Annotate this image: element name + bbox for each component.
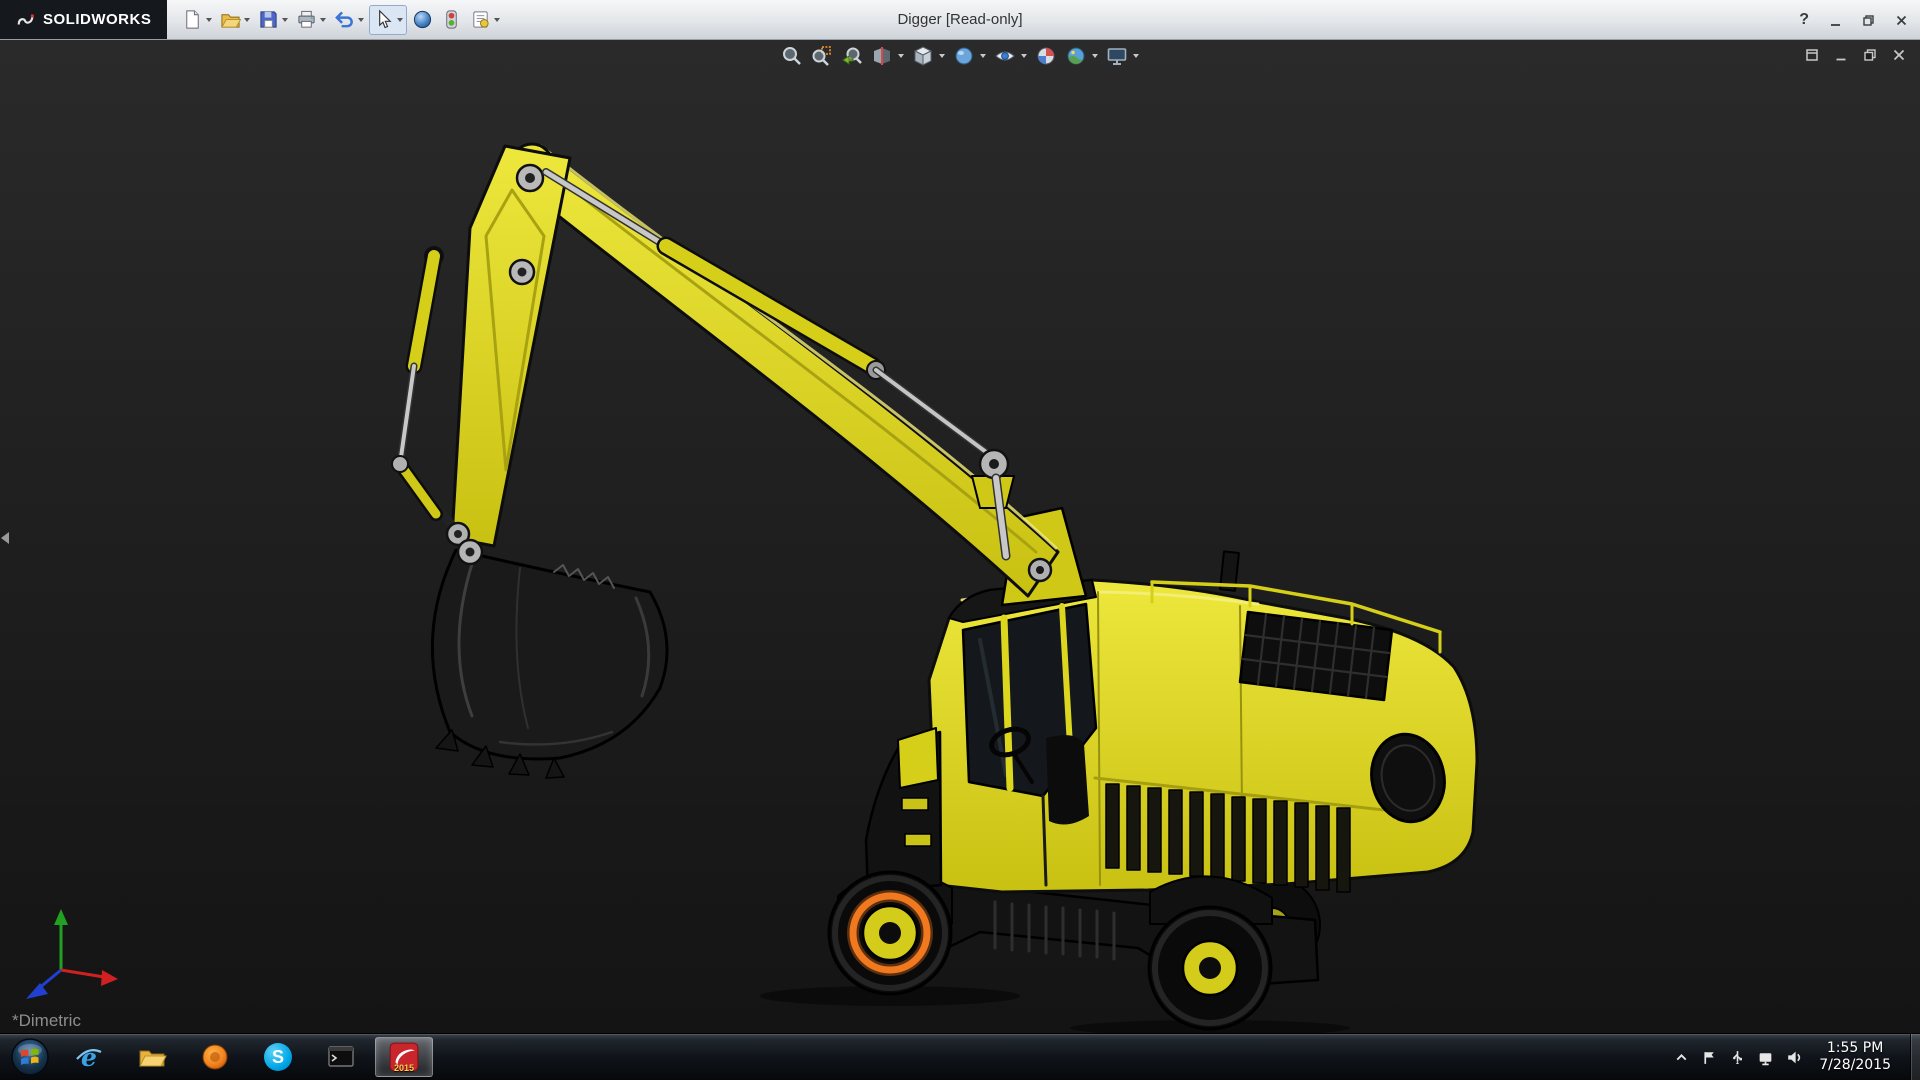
hidden-icons-chevron[interactable]	[1673, 1049, 1690, 1066]
solidworks-window: SOLIDWORKS Digger [Read-only] ? *Dimetri…	[0, 0, 1920, 1080]
sphere-tool-button[interactable]	[409, 5, 436, 35]
title-bar: SOLIDWORKS Digger [Read-only] ?	[0, 0, 1920, 40]
main-toolbar	[179, 4, 503, 35]
taskbar-clock[interactable]: 1:55 PM 7/28/2015	[1819, 1040, 1891, 1075]
solidworks-icon: 2015	[388, 1041, 420, 1073]
options-button[interactable]	[467, 5, 503, 35]
network-icon[interactable]	[1757, 1049, 1774, 1066]
clock-date: 7/28/2015	[1819, 1057, 1891, 1073]
media-player-button[interactable]	[186, 1037, 244, 1077]
dropdown-arrow-icon[interactable]	[282, 17, 289, 22]
rebuild-button[interactable]	[438, 5, 465, 35]
internet-explorer-button[interactable]: e	[60, 1037, 118, 1077]
taskbar: e S 2015 1:55 PM 7/28/2015	[0, 1033, 1920, 1080]
dropdown-arrow-icon[interactable]	[494, 17, 501, 22]
document-title: Digger [Read-only]	[897, 11, 1023, 28]
open-document-button[interactable]	[217, 5, 253, 35]
arm[interactable]	[450, 144, 572, 548]
windows-start-orb-icon	[11, 1038, 49, 1076]
dropdown-arrow-icon[interactable]	[206, 17, 213, 22]
taskbar-icons: e S 2015	[60, 1037, 433, 1077]
open-folder-icon	[221, 14, 242, 28]
seat	[1046, 735, 1089, 825]
skype-button[interactable]: S	[249, 1037, 307, 1077]
print-button[interactable]	[293, 5, 329, 35]
minimize-button[interactable]	[1829, 14, 1842, 27]
command-prompt-icon	[328, 1046, 354, 1067]
media-player-icon	[202, 1044, 228, 1070]
solidworks-version-badge: 2015	[393, 1063, 415, 1073]
solidworks-brand: SOLIDWORKS	[0, 0, 168, 39]
system-tray: 1:55 PM 7/28/2015	[1673, 1033, 1920, 1080]
safely-remove-hardware-icon[interactable]	[1729, 1049, 1746, 1066]
internet-explorer-icon: e	[76, 1043, 102, 1072]
skype-glyph: S	[271, 1046, 284, 1067]
action-center-flag-icon[interactable]	[1701, 1049, 1718, 1066]
start-button[interactable]	[0, 1034, 60, 1080]
dropdown-arrow-icon[interactable]	[320, 17, 327, 22]
restore-button[interactable]	[1862, 14, 1875, 27]
help-button[interactable]: ?	[1799, 11, 1809, 29]
dassault-logo-icon	[17, 13, 34, 25]
window-controls: ?	[1799, 0, 1908, 40]
volume-icon[interactable]	[1785, 1049, 1802, 1066]
rear-wheel[interactable]	[1147, 905, 1273, 1031]
digger-3d-model[interactable]	[0, 40, 1920, 1033]
command-prompt-button[interactable]	[312, 1037, 370, 1077]
skype-icon: S	[264, 1043, 292, 1071]
windows-explorer-button[interactable]	[123, 1037, 181, 1077]
orientation-triad	[26, 909, 118, 999]
select-cursor-icon	[379, 9, 392, 29]
excavator-body[interactable]	[837, 550, 1479, 925]
bucket[interactable]	[430, 538, 669, 779]
graphics-viewport[interactable]: *Dimetric	[0, 40, 1920, 1033]
save-button[interactable]	[255, 5, 291, 35]
sphere-icon	[414, 10, 432, 29]
dropdown-arrow-icon[interactable]	[397, 17, 404, 22]
select-tool-button[interactable]	[369, 4, 408, 35]
dropdown-arrow-icon[interactable]	[358, 17, 365, 22]
new-document-button[interactable]	[179, 5, 215, 35]
show-desktop-button[interactable]	[1910, 1033, 1920, 1080]
dropdown-arrow-icon[interactable]	[244, 17, 251, 22]
new-document-icon	[186, 10, 200, 29]
clock-time: 1:55 PM	[1826, 1039, 1884, 1056]
undo-button[interactable]	[331, 5, 367, 35]
folder-icon	[139, 1050, 167, 1067]
view-orientation-label: *Dimetric	[12, 1011, 81, 1030]
undo-icon	[335, 11, 354, 28]
svg-text:e: e	[81, 1043, 97, 1072]
boom[interactable]	[510, 142, 1060, 598]
solidworks-taskbar-button[interactable]: 2015	[375, 1037, 433, 1077]
print-icon	[298, 10, 315, 28]
options-icon	[473, 11, 489, 28]
save-icon	[260, 11, 277, 28]
brand-label: SOLIDWORKS	[43, 11, 152, 28]
close-button[interactable]	[1895, 14, 1908, 27]
rebuild-icon	[446, 10, 458, 29]
